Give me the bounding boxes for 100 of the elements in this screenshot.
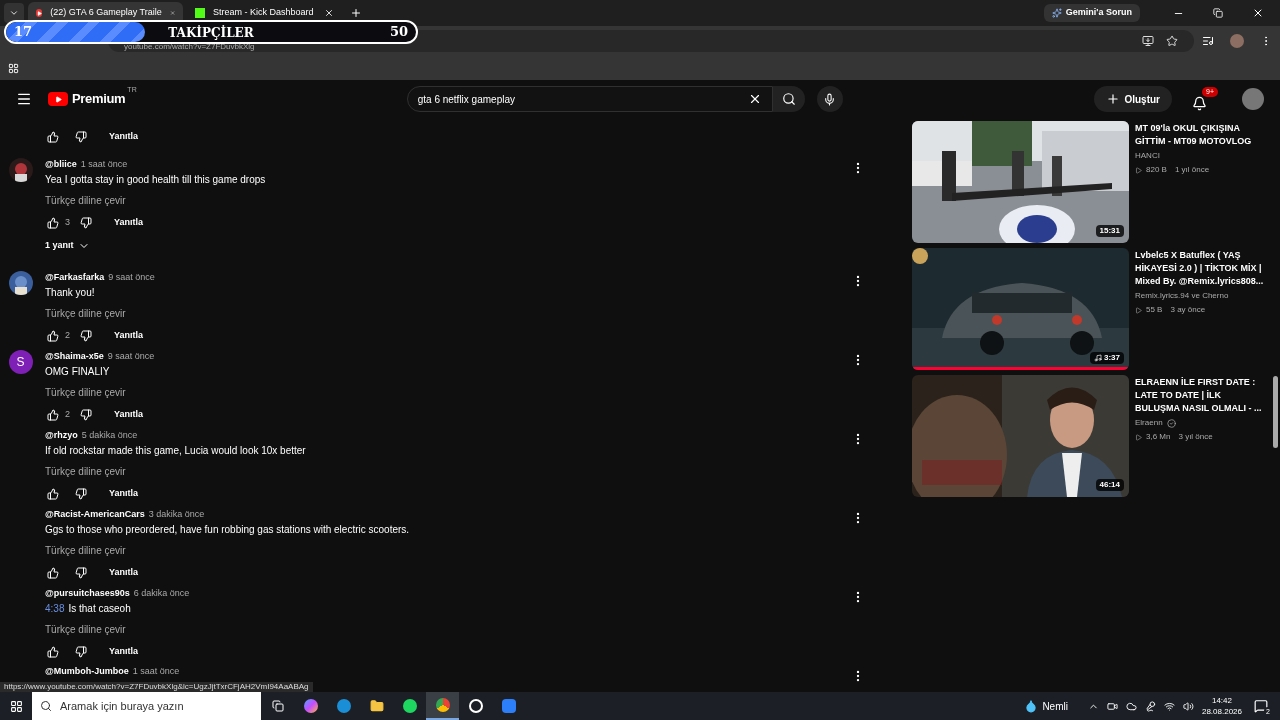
microphone-icon [1144, 700, 1156, 712]
clock-time[interactable]: 14:42 [1211, 695, 1232, 706]
video-age: 1 yıl önce [1174, 164, 1210, 176]
dislike-icon[interactable] [73, 486, 89, 502]
comment-time[interactable]: 9 saat önce [107, 351, 155, 361]
reply-button[interactable]: Yanıtla [109, 487, 138, 501]
reply-button[interactable]: Yanıtla [109, 566, 138, 580]
comment-author[interactable]: @Mumboh-Jumboe [45, 666, 129, 676]
translate-link[interactable]: Türkçe diline çevir [45, 387, 126, 398]
translate-link[interactable]: Türkçe diline çevir [45, 545, 126, 556]
video-title[interactable]: MT 09'la OKUL ÇIKIŞINA GİTTİM - MT09 MOTOVLOG [1135, 122, 1264, 148]
comment-author[interactable]: @Shaima-x5e [45, 351, 104, 361]
comment-author[interactable]: @Farkasfarka [45, 272, 105, 282]
dislike-icon[interactable] [73, 644, 89, 660]
network-icon [1163, 700, 1175, 712]
chrome-icon[interactable] [426, 692, 459, 720]
dislike-icon[interactable] [78, 328, 94, 344]
dislike-icon[interactable] [73, 129, 89, 145]
video-thumbnail[interactable]: 15:31 [912, 121, 1129, 243]
like-icon[interactable] [45, 565, 61, 581]
channel-name[interactable]: HANCI [1135, 150, 1160, 162]
video-title[interactable]: Lvbelc5 X Batuflex ( YAŞ HİKAYESİ 2.0 ) | TİKTOK MİX | Mixed By. @Remix.lyrics808... [1135, 249, 1264, 288]
views-icon [1135, 306, 1142, 314]
views-icon [1135, 433, 1142, 441]
video-thumbnail[interactable]: 46:14 [912, 375, 1129, 497]
view-count: 55 B [1146, 304, 1163, 316]
avatar[interactable] [8, 158, 33, 182]
browser-tab[interactable]: Stream - Kick Dashboard [187, 2, 342, 24]
video-title[interactable]: ELRAENN İLE FIRST DATE : LATE TO DATE | İLK BULUŞMA NASIL OLMALI - ... [1135, 376, 1264, 415]
comment-time[interactable]: 3 dakika önce [148, 509, 205, 519]
comment-time[interactable]: 6 dakika önce [133, 588, 190, 598]
profile-avatar[interactable] [1230, 34, 1244, 48]
weather-icon [1024, 699, 1039, 713]
timestamp-link[interactable]: 4:38 [45, 603, 65, 614]
new-tab-icon[interactable] [350, 7, 362, 19]
view-count: 820 B [1146, 164, 1167, 176]
notifications-icon [1192, 96, 1207, 111]
video-duration: 15:31 [1095, 225, 1124, 237]
create-button[interactable]: Oluştur [1094, 86, 1172, 112]
dislike-icon[interactable] [73, 565, 89, 581]
comment-text: OMG FINALIY [45, 366, 110, 377]
like-icon[interactable] [45, 644, 61, 660]
apps-icon[interactable] [8, 62, 19, 74]
comment-time[interactable]: 1 saat önce [80, 159, 128, 169]
comment-time[interactable]: 9 saat önce [108, 272, 155, 282]
video-duration: 46:14 [1095, 479, 1124, 491]
search-field[interactable]: gta 6 netflix gameplay [406, 86, 773, 112]
dislike-icon[interactable] [78, 407, 94, 423]
clock-date[interactable]: 28.08.2026 [1201, 706, 1242, 717]
media-icon[interactable] [1202, 35, 1214, 47]
view-count: 3,6 Mn [1146, 431, 1171, 443]
comment-text: If old rockstar made this game, Lucia would look 10x better [45, 445, 306, 456]
like-icon[interactable] [45, 129, 61, 145]
menu-icon[interactable] [16, 91, 32, 107]
channel-name[interactable]: Remix.lyrics.94 ve Cherno [1135, 290, 1229, 302]
logo-text[interactable]: Premium [72, 89, 126, 109]
reply-button[interactable]: Yanıtla [114, 216, 144, 230]
views-icon [1135, 166, 1142, 174]
url-text: youtube.com/watch?v=Z7FDuvbkXlg [124, 42, 256, 51]
reply-button[interactable]: Yanıtla [114, 329, 144, 343]
like-icon[interactable] [45, 407, 61, 423]
account-avatar[interactable] [1242, 88, 1264, 110]
gemini-button[interactable]: Gemini'a Sorun [1043, 4, 1140, 22]
bookmark-star-icon [1166, 34, 1178, 47]
status-url: https://www.youtube.com/watch?v=Z7FDuvbkXlg&lc=UgzJjtTxrCFjAH2VmI94AaABAg [0, 682, 313, 692]
avatar[interactable]: S [8, 350, 33, 374]
weather-text[interactable]: Nemli [1042, 698, 1068, 714]
reply-button[interactable]: Yanıtla [109, 645, 138, 659]
search-icon [781, 92, 796, 106]
close-tab-icon[interactable] [324, 8, 334, 18]
comment-time[interactable]: 1 saat önce [132, 666, 180, 676]
comment-author[interactable]: @pursuitchases90s [45, 588, 130, 598]
replies-toggle[interactable]: 1 yanıt [45, 239, 90, 253]
install-icon [1142, 34, 1154, 47]
comment-author[interactable]: @rhzyo [45, 430, 78, 440]
taskbar-search-field[interactable]: Aramak için buraya yazın [32, 692, 261, 720]
voice-search-button[interactable] [816, 86, 843, 112]
like-icon[interactable] [45, 215, 61, 231]
reply-button[interactable]: Yanıtla [114, 408, 144, 422]
search-button[interactable] [772, 86, 805, 112]
comment-text: Is that caseoh [68, 603, 131, 614]
comment-time[interactable]: 5 dakika önce [81, 430, 138, 440]
video-thumbnail[interactable]: 3:37 [912, 248, 1129, 370]
comment-author[interactable]: @Racist-AmericanCars [45, 509, 145, 519]
dislike-icon[interactable] [78, 215, 94, 231]
tab-list-icon[interactable] [4, 3, 24, 23]
video-duration: 3:37 [1090, 352, 1124, 364]
comment-author[interactable]: @bliice [45, 159, 77, 169]
like-count: 2 [65, 408, 70, 422]
translate-link[interactable]: Türkçe diline çevir [45, 466, 126, 477]
translate-link[interactable]: Türkçe diline çevir [45, 624, 126, 635]
translate-link[interactable]: Türkçe diline çevir [45, 195, 126, 206]
follower-count: 17 [14, 23, 33, 42]
avatar[interactable] [8, 271, 33, 295]
channel-name[interactable]: Elraenn [1135, 417, 1163, 429]
like-icon[interactable] [45, 486, 61, 502]
translate-link[interactable]: Türkçe diline çevir [45, 308, 126, 319]
like-icon[interactable] [45, 328, 61, 344]
reply-button[interactable]: Yanıtla [109, 130, 138, 144]
camera-icon [1106, 700, 1118, 712]
